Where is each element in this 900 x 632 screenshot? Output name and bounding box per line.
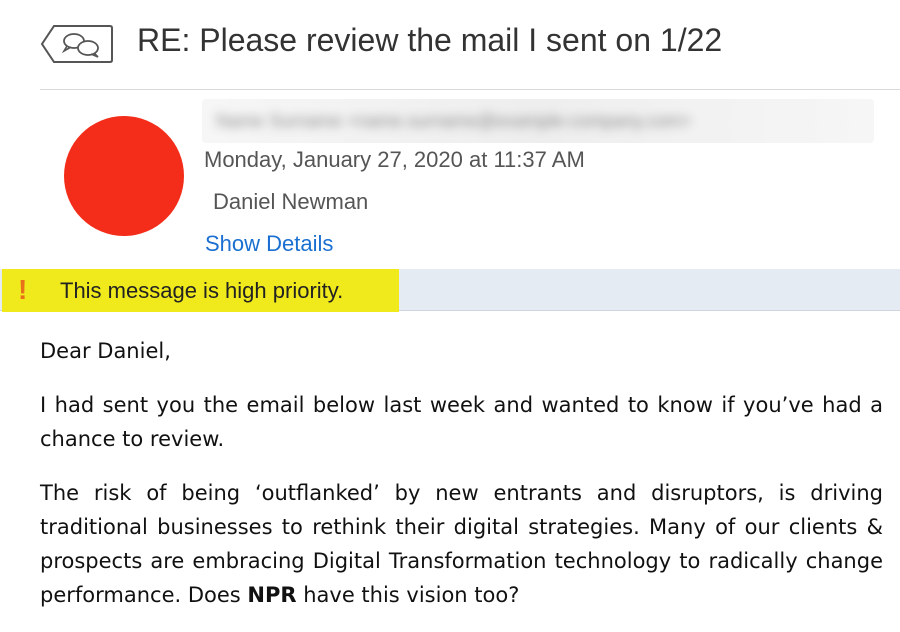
greeting: Dear Daniel, — [40, 339, 171, 363]
sender-address-blurred: Name Surname <name.surname@example-compa… — [202, 99, 874, 143]
para2-text-after: have this vision too? — [296, 583, 520, 607]
exclamation-icon: ! — [18, 274, 28, 305]
body-paragraph-1: I had sent you the email below last week… — [40, 393, 883, 451]
message-subject: RE: Please review the mail I sent on 1/2… — [137, 22, 723, 58]
sender-avatar — [64, 116, 184, 236]
conversation-icon[interactable] — [40, 24, 114, 64]
company-name: NPR — [247, 583, 297, 607]
header-divider — [40, 89, 900, 90]
recipient-name: Daniel Newman — [213, 189, 369, 214]
priority-message: This message is high priority. — [60, 278, 344, 303]
message-body: Dear Daniel, I had sent you the email be… — [40, 334, 883, 632]
show-details-link[interactable]: Show Details — [205, 231, 333, 257]
message-header: RE: Please review the mail I sent on 1/2… — [0, 0, 900, 90]
message-date: Monday, January 27, 2020 at 11:37 AM — [204, 147, 585, 172]
body-paragraph-2: The risk of being ‘outflanked’ by new en… — [40, 476, 883, 612]
sender-address: Name Surname <name.surname@example-compa… — [216, 111, 692, 131]
